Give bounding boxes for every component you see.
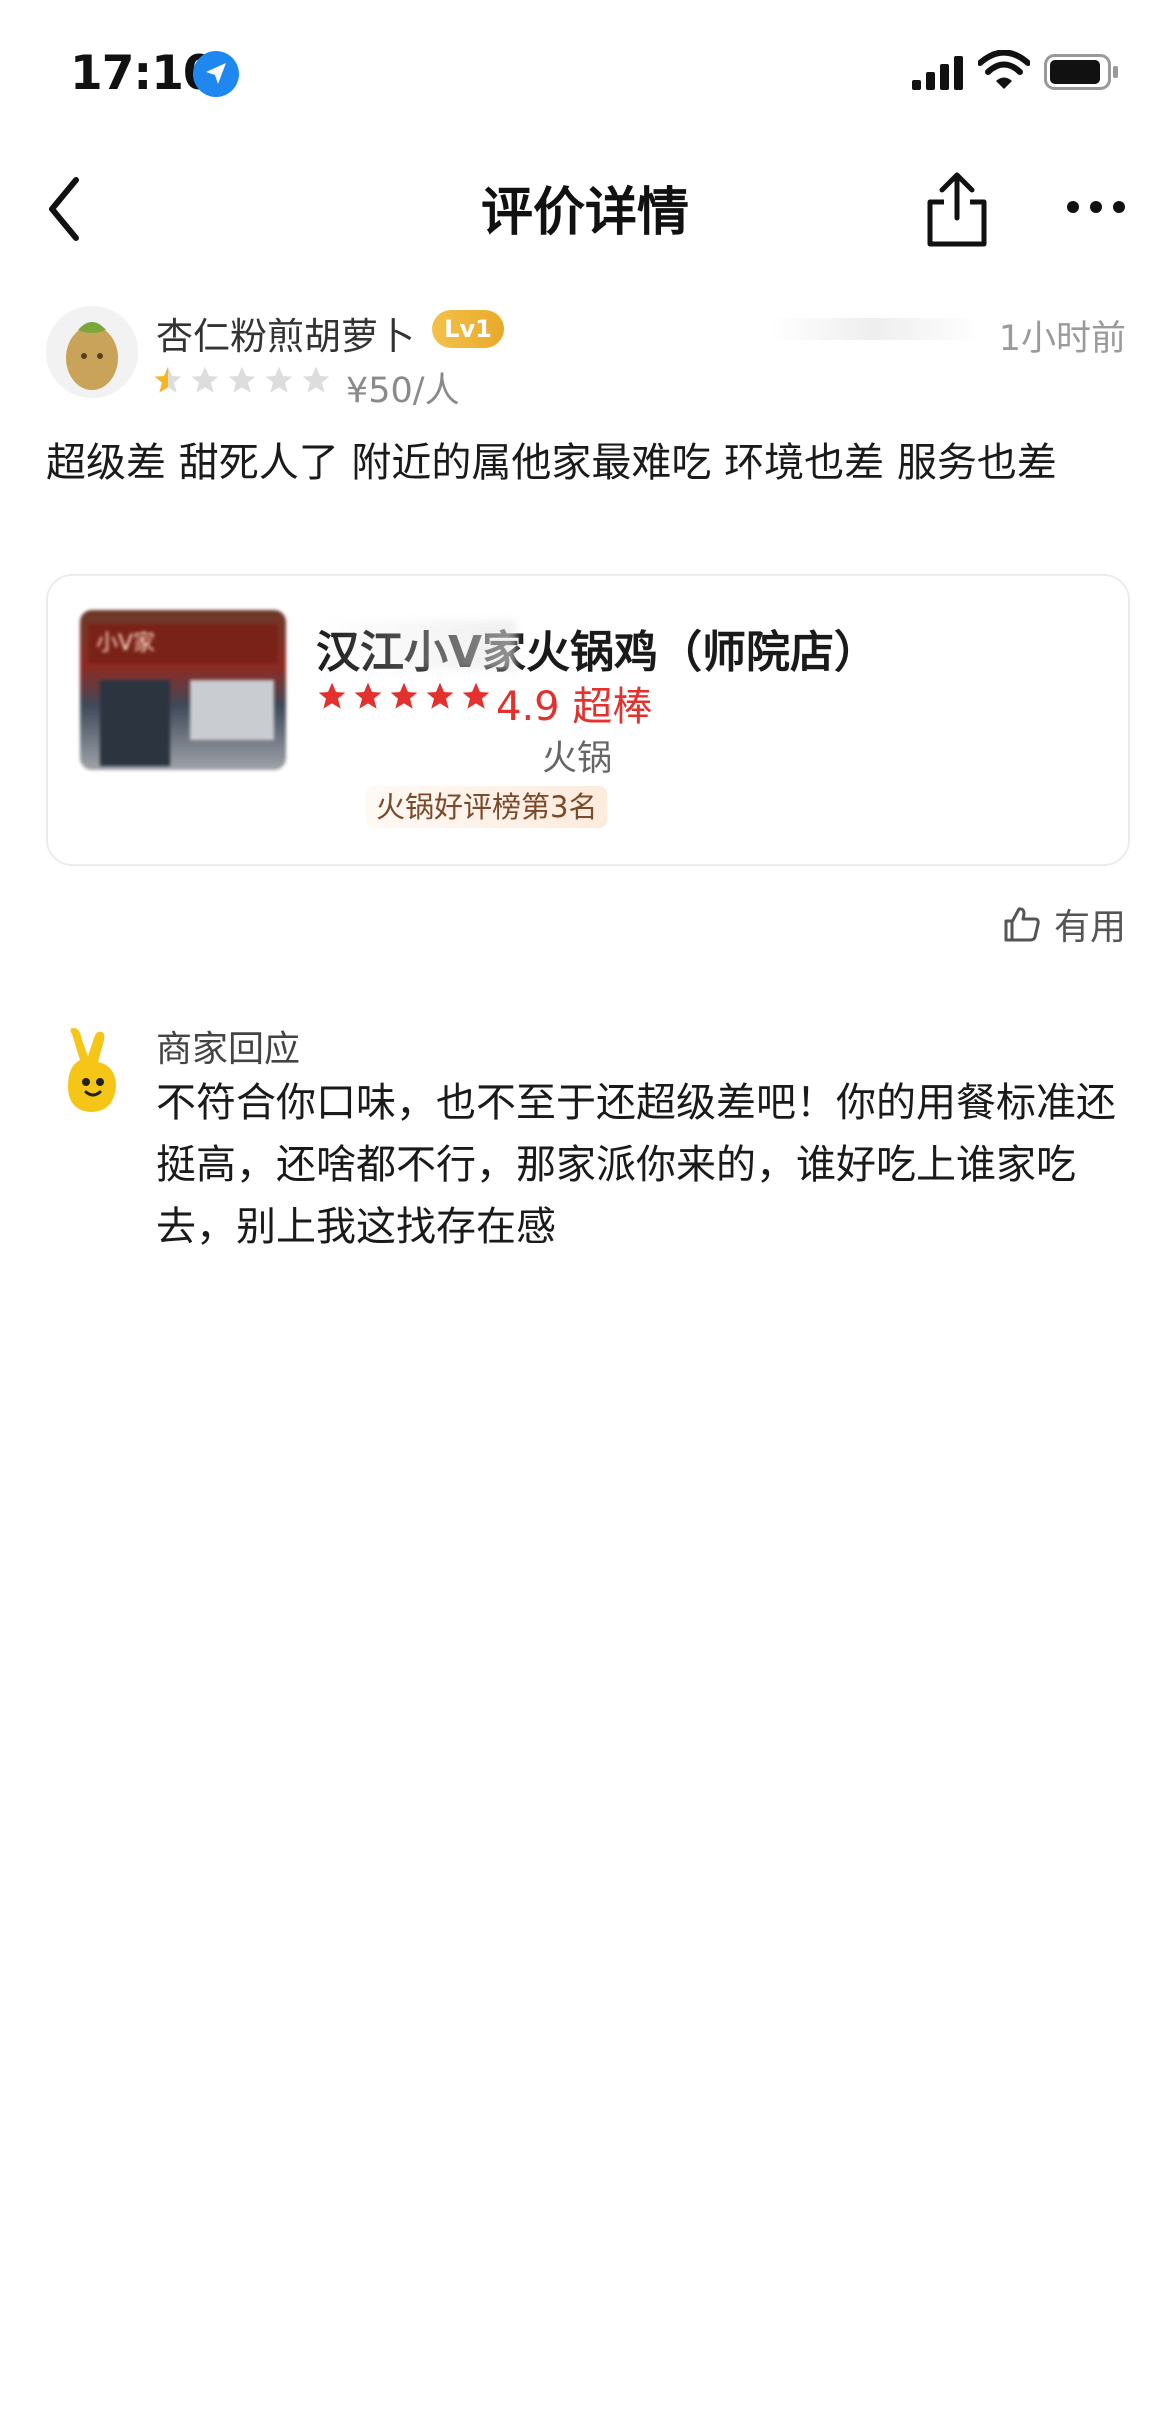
redacted-area (316, 620, 516, 670)
star-full-icon (318, 682, 346, 709)
star-empty-icon (265, 366, 293, 393)
review-rating (152, 364, 332, 396)
helpful-button[interactable]: 有用 (1002, 898, 1126, 950)
location-arrow-icon (193, 51, 239, 97)
star-full-icon (390, 682, 418, 709)
page-title: 评价详情 (480, 183, 689, 243)
wifi-icon (978, 50, 1030, 89)
battery-icon (1044, 54, 1118, 90)
redacted-area (770, 318, 980, 340)
reviewer-name[interactable]: 杏仁粉煎胡萝卜 (156, 306, 415, 360)
review-time: 1小时前 (998, 319, 1126, 359)
status-bar: 17:10 (0, 0, 1170, 150)
share-icon[interactable] (924, 170, 990, 250)
merchant-reply-title: 商家回应 (156, 1029, 301, 1070)
price-per-person: ¥50/人 (346, 371, 460, 411)
avatar-image (46, 306, 138, 398)
shop-card[interactable]: 小V家 汉江小V家火锅鸡（师院店） 4.9 超棒 火锅 火锅好评榜第3名 (46, 574, 1130, 866)
signal-icon (912, 56, 963, 90)
nav-bar: 评价详情 (0, 150, 1170, 270)
review-text: 超级差 甜死人了 附近的属他家最难吃 环境也差 服务也差 (46, 440, 1057, 486)
shop-rating-text: 4.9 超棒 (496, 684, 653, 730)
shop-category: 火锅 (542, 739, 613, 779)
shop-rating-stars (316, 680, 492, 712)
merchant-mascot-icon (68, 1028, 116, 1112)
shop-photo-sign: 小V家 (88, 624, 278, 664)
star-full-icon (462, 682, 490, 709)
star-empty-icon (302, 366, 330, 393)
level-badge: Lv1 (432, 310, 504, 348)
star-empty-icon (191, 366, 219, 393)
thumbs-up-icon (1004, 907, 1040, 942)
rank-badge[interactable]: 火锅好评榜第3名 (366, 786, 608, 828)
star-empty-icon (228, 366, 256, 393)
shop-photo: 小V家 (80, 610, 286, 770)
star-full-icon (426, 682, 454, 709)
more-icon[interactable] (1064, 196, 1128, 218)
star-half-icon (154, 366, 182, 393)
merchant-reply-text: 不符合你口味，也不至于还超级差吧！你的用餐标准还挺高，还啥都不行，那家派你来的，… (156, 1080, 1116, 1250)
star-full-icon (354, 682, 382, 709)
helpful-label: 有用 (1053, 907, 1126, 948)
avatar[interactable] (46, 306, 138, 398)
